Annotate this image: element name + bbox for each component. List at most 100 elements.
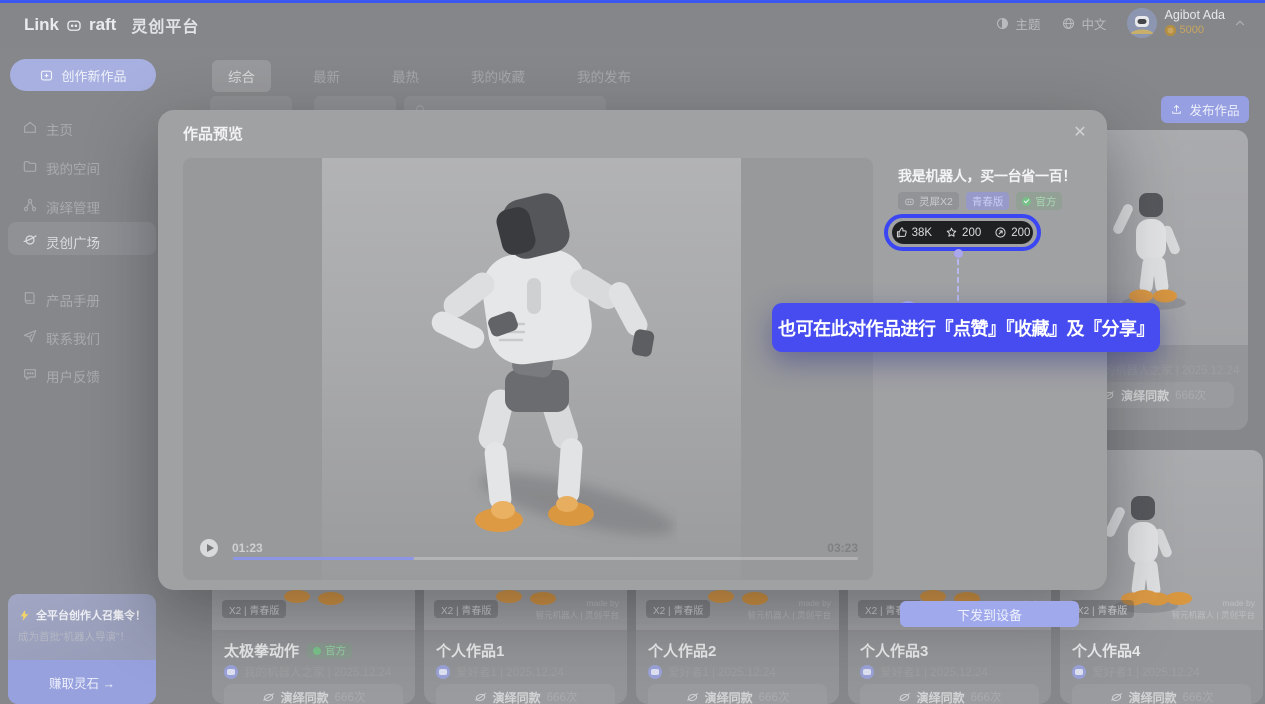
play-button[interactable] bbox=[200, 539, 218, 557]
brand-prefix: Link bbox=[24, 15, 59, 35]
brand-cn: 灵创平台 bbox=[131, 13, 199, 37]
action-count: 666次 bbox=[547, 689, 578, 704]
video-viewport bbox=[322, 158, 741, 580]
sidebar-label: 用户反馈 bbox=[46, 366, 100, 386]
official-tag-label: 官方 bbox=[1035, 194, 1056, 209]
edition-tag: 青春版 bbox=[966, 192, 1010, 210]
card-title-row: 个人作品4 bbox=[1072, 640, 1140, 661]
share-stat[interactable]: 200 bbox=[1179, 142, 1218, 156]
robot-tag-icon bbox=[904, 196, 915, 207]
modal-title: 作品预览 bbox=[183, 123, 243, 144]
card-title-row: 个人作品1 bbox=[436, 640, 504, 661]
star-icon bbox=[1126, 143, 1139, 156]
publish-work-button[interactable]: 发布作品 bbox=[1161, 96, 1249, 123]
promo-subtitle: 成为首批“机器人导演”！ bbox=[18, 629, 130, 644]
card-title: 个人作品3 bbox=[860, 640, 928, 661]
favorite-count: 200 bbox=[962, 227, 981, 239]
robot-video-image bbox=[387, 174, 677, 544]
favorite-stat[interactable]: 200 bbox=[1126, 142, 1165, 156]
progress-fill bbox=[233, 557, 414, 560]
brand-suffix: raft bbox=[89, 15, 116, 35]
model-tag: 灵犀X2 bbox=[898, 192, 959, 210]
coin-count: 5000 bbox=[1180, 24, 1204, 38]
share-button[interactable]: 200 bbox=[994, 226, 1030, 239]
earn-gems-button[interactable]: 赚取灵石 → bbox=[8, 660, 156, 704]
user-meta: Agibot Ada 5000 bbox=[1165, 8, 1225, 37]
tab-hottest[interactable]: 最热 bbox=[382, 60, 429, 92]
sidebar-item-home[interactable]: 主页 bbox=[0, 112, 160, 142]
perform-same-button[interactable]: 演绎同款 666次 bbox=[1072, 684, 1251, 704]
upload-icon bbox=[1170, 103, 1183, 116]
perform-same-button[interactable]: 演绎同款 666次 bbox=[860, 684, 1039, 704]
globe-icon bbox=[1061, 16, 1076, 31]
create-label: 创作新作品 bbox=[61, 66, 126, 85]
sidebar-label: 我的空间 bbox=[46, 158, 100, 178]
sidebar-item-contact[interactable]: 联系我们 bbox=[0, 321, 160, 351]
card-title-row: 太极拳动作 官方 bbox=[224, 640, 352, 661]
action-label: 演绎同款 bbox=[493, 689, 541, 704]
video-player: 01:23 03:23 bbox=[183, 158, 873, 580]
watermark: made by智元机器人 | 灵创平台 bbox=[748, 597, 831, 623]
sidebar-label: 演绎管理 bbox=[46, 197, 100, 217]
tab-favorites[interactable]: 我的收藏 bbox=[461, 60, 535, 92]
deploy-to-device-button[interactable]: 下发到设备 bbox=[900, 601, 1079, 627]
user-menu[interactable]: Agibot Ada 5000 bbox=[1127, 8, 1247, 38]
action-label: 演绎同款 bbox=[705, 689, 753, 704]
theme-toggle[interactable]: 主题 bbox=[995, 14, 1041, 33]
thumbs-up-icon bbox=[895, 226, 908, 239]
author-line: 爱好者1 | 2025.12.24 bbox=[880, 664, 988, 680]
favorite-button[interactable]: 200 bbox=[945, 226, 981, 239]
loop-icon bbox=[686, 691, 699, 704]
share-count: 200 bbox=[1197, 462, 1218, 476]
model-tag-chip: X2 | 青春版 bbox=[222, 600, 286, 618]
share-stat[interactable]: 200 bbox=[1179, 462, 1218, 476]
create-work-button[interactable]: 创作新作品 bbox=[10, 59, 156, 91]
favorite-stat[interactable]: 200 bbox=[1126, 462, 1165, 476]
action-label: 演绎同款 bbox=[1121, 387, 1169, 404]
sidebar-item-plaza[interactable]: 灵创广场 bbox=[0, 225, 160, 255]
current-time: 01:23 bbox=[232, 541, 263, 555]
loop-icon bbox=[474, 691, 487, 704]
creator-promo-card: 全平台创作人召集令！ 成为首批“机器人导演”！ 赚取灵石 → bbox=[8, 594, 156, 704]
official-badge: 官方 bbox=[307, 643, 352, 659]
card-author-row: 爱好者1 | 2025.12.24 bbox=[436, 664, 564, 680]
language-switch[interactable]: 中文 bbox=[1061, 14, 1107, 33]
author-avatar bbox=[860, 665, 874, 679]
sidebar-item-feedback[interactable]: 用户反馈 bbox=[0, 359, 160, 389]
perform-same-button[interactable]: 演绎同款 666次 bbox=[436, 684, 615, 704]
loop-icon bbox=[262, 691, 275, 704]
app-root: Link raft 灵创平台 主题 中文 Agibot Ada bbox=[0, 0, 1265, 704]
sidebar-label: 主页 bbox=[46, 119, 73, 139]
action-label: 演绎同款 bbox=[281, 689, 329, 704]
perform-same-button[interactable]: 演绎同款 666次 bbox=[648, 684, 827, 704]
feed-tabs: 综合 最新 最热 我的收藏 我的发布 bbox=[212, 60, 641, 92]
share-icon bbox=[1179, 143, 1192, 156]
user-avatar bbox=[1127, 8, 1157, 38]
author-line: 爱好者1 | 2025.12.24 bbox=[456, 664, 564, 680]
tab-newest[interactable]: 最新 bbox=[303, 60, 350, 92]
perform-same-button[interactable]: 演绎同款 666次 bbox=[224, 684, 403, 704]
close-icon[interactable]: ✕ bbox=[1068, 120, 1092, 144]
sidebar-item-manual[interactable]: 产品手册 bbox=[0, 283, 160, 313]
card-author-row: 我的机器人之家 | 2025.12.24 bbox=[224, 664, 391, 680]
share-count: 200 bbox=[1011, 227, 1030, 239]
official-dot-icon bbox=[313, 647, 321, 655]
action-count: 666次 bbox=[1183, 689, 1214, 704]
bolt-icon bbox=[18, 609, 31, 622]
model-tag-chip: X2 | 青春版 bbox=[434, 600, 498, 618]
action-label: 演绎同款 bbox=[917, 689, 965, 704]
progress-bar[interactable] bbox=[233, 557, 858, 560]
tab-published[interactable]: 我的发布 bbox=[567, 60, 641, 92]
total-time: 03:23 bbox=[827, 541, 858, 555]
favorite-count: 200 bbox=[1144, 462, 1165, 476]
card-author-row: 爱好者1 | 2025.12.24 bbox=[648, 664, 776, 680]
tab-overall[interactable]: 综合 bbox=[212, 60, 271, 92]
sidebar-item-performance[interactable]: 演绎管理 bbox=[0, 190, 160, 220]
sidebar-item-my-space[interactable]: 我的空间 bbox=[0, 151, 160, 181]
like-button[interactable]: 38K bbox=[895, 226, 932, 239]
sidebar: 创作新作品 主页 我的空间 演绎管理 灵创广场 产品手册 联系我们 bbox=[0, 49, 160, 704]
author-avatar bbox=[648, 665, 662, 679]
author-line: 我的机器人之家 | 2025.12.24 bbox=[244, 664, 391, 680]
loop-icon bbox=[1110, 691, 1123, 704]
action-count: 666次 bbox=[335, 689, 366, 704]
